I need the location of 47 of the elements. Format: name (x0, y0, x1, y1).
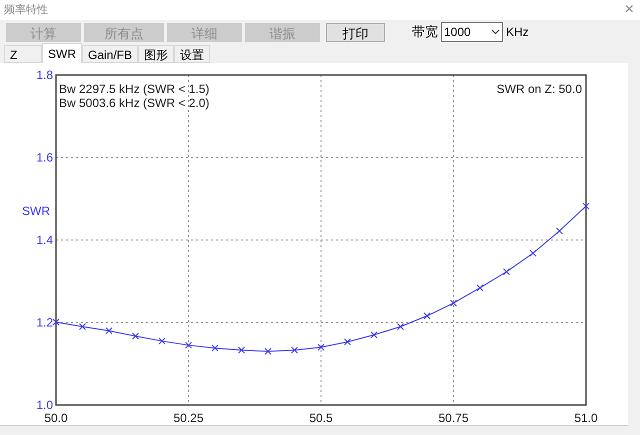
toolbar-button[interactable]: 打印 (326, 22, 385, 42)
x-tick-label: 50.75 (438, 411, 469, 423)
point-marker (318, 344, 324, 351)
tab[interactable]: 设置 (174, 45, 210, 63)
y-axis-label: SWR (22, 204, 50, 218)
bandwidth-label: 带宽 (412, 23, 438, 42)
tab[interactable]: Z (4, 45, 42, 63)
chevron-icon (491, 29, 500, 35)
point-marker (530, 250, 536, 257)
point-marker (158, 338, 166, 345)
bandwidth-select[interactable]: 1000 (441, 22, 503, 42)
impedance-note: SWR on Z: 50.0 (496, 82, 582, 96)
window-title: 频率特性 (4, 2, 48, 18)
unit-label: KHz (506, 24, 529, 41)
bandwidth-note: Bw 5003.6 kHz (SWR < 2.0) (59, 96, 210, 110)
point-marker (582, 202, 590, 210)
point-marker (52, 318, 60, 326)
x-tick-label: 50.0 (44, 411, 68, 423)
x-tick-label: 50.25 (173, 411, 204, 423)
close-button[interactable]: × (622, 2, 636, 18)
point-marker (212, 344, 218, 352)
point-marker (291, 346, 298, 354)
y-tick-label: 1.6 (36, 150, 53, 164)
y-tick-label: 1.4 (36, 233, 53, 247)
point-marker (370, 331, 378, 338)
tab[interactable]: SWR (42, 43, 82, 63)
y-tick-label: 1.8 (36, 68, 53, 82)
tab[interactable]: 图形 (138, 45, 174, 63)
bandwidth-note: Bw 2297.5 kHz (SWR < 1.5) (59, 82, 210, 96)
point-marker (238, 346, 245, 354)
point-marker (503, 268, 510, 276)
point-marker (344, 338, 351, 346)
point-marker (79, 323, 86, 330)
point-marker (476, 284, 484, 292)
point-marker (264, 348, 272, 355)
y-tick-label: 1.0 (36, 398, 53, 412)
point-marker (397, 323, 404, 330)
point-marker (556, 227, 563, 234)
x-tick-label: 51.0 (574, 411, 598, 423)
tab[interactable]: Gain/FB (82, 45, 138, 63)
y-tick-label: 1.2 (36, 316, 53, 330)
point-marker (450, 300, 457, 307)
point-marker (424, 312, 430, 320)
x-tick-label: 50.5 (309, 411, 333, 423)
point-marker (132, 332, 139, 340)
point-marker (185, 342, 192, 349)
point-marker (106, 327, 112, 334)
